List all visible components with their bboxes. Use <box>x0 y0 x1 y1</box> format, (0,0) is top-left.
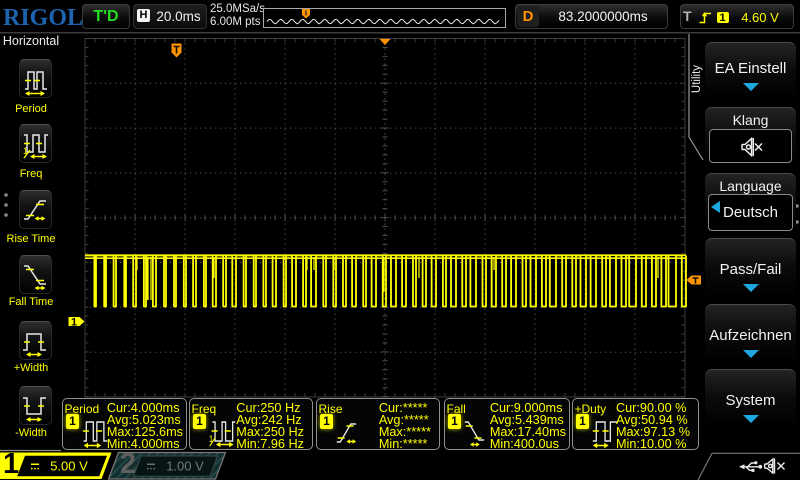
svg-text:1: 1 <box>209 434 214 445</box>
svg-text:5.00 V: 5.00 V <box>50 459 88 474</box>
svg-text:1.00 V: 1.00 V <box>166 459 204 474</box>
svg-text:1: 1 <box>71 317 77 329</box>
